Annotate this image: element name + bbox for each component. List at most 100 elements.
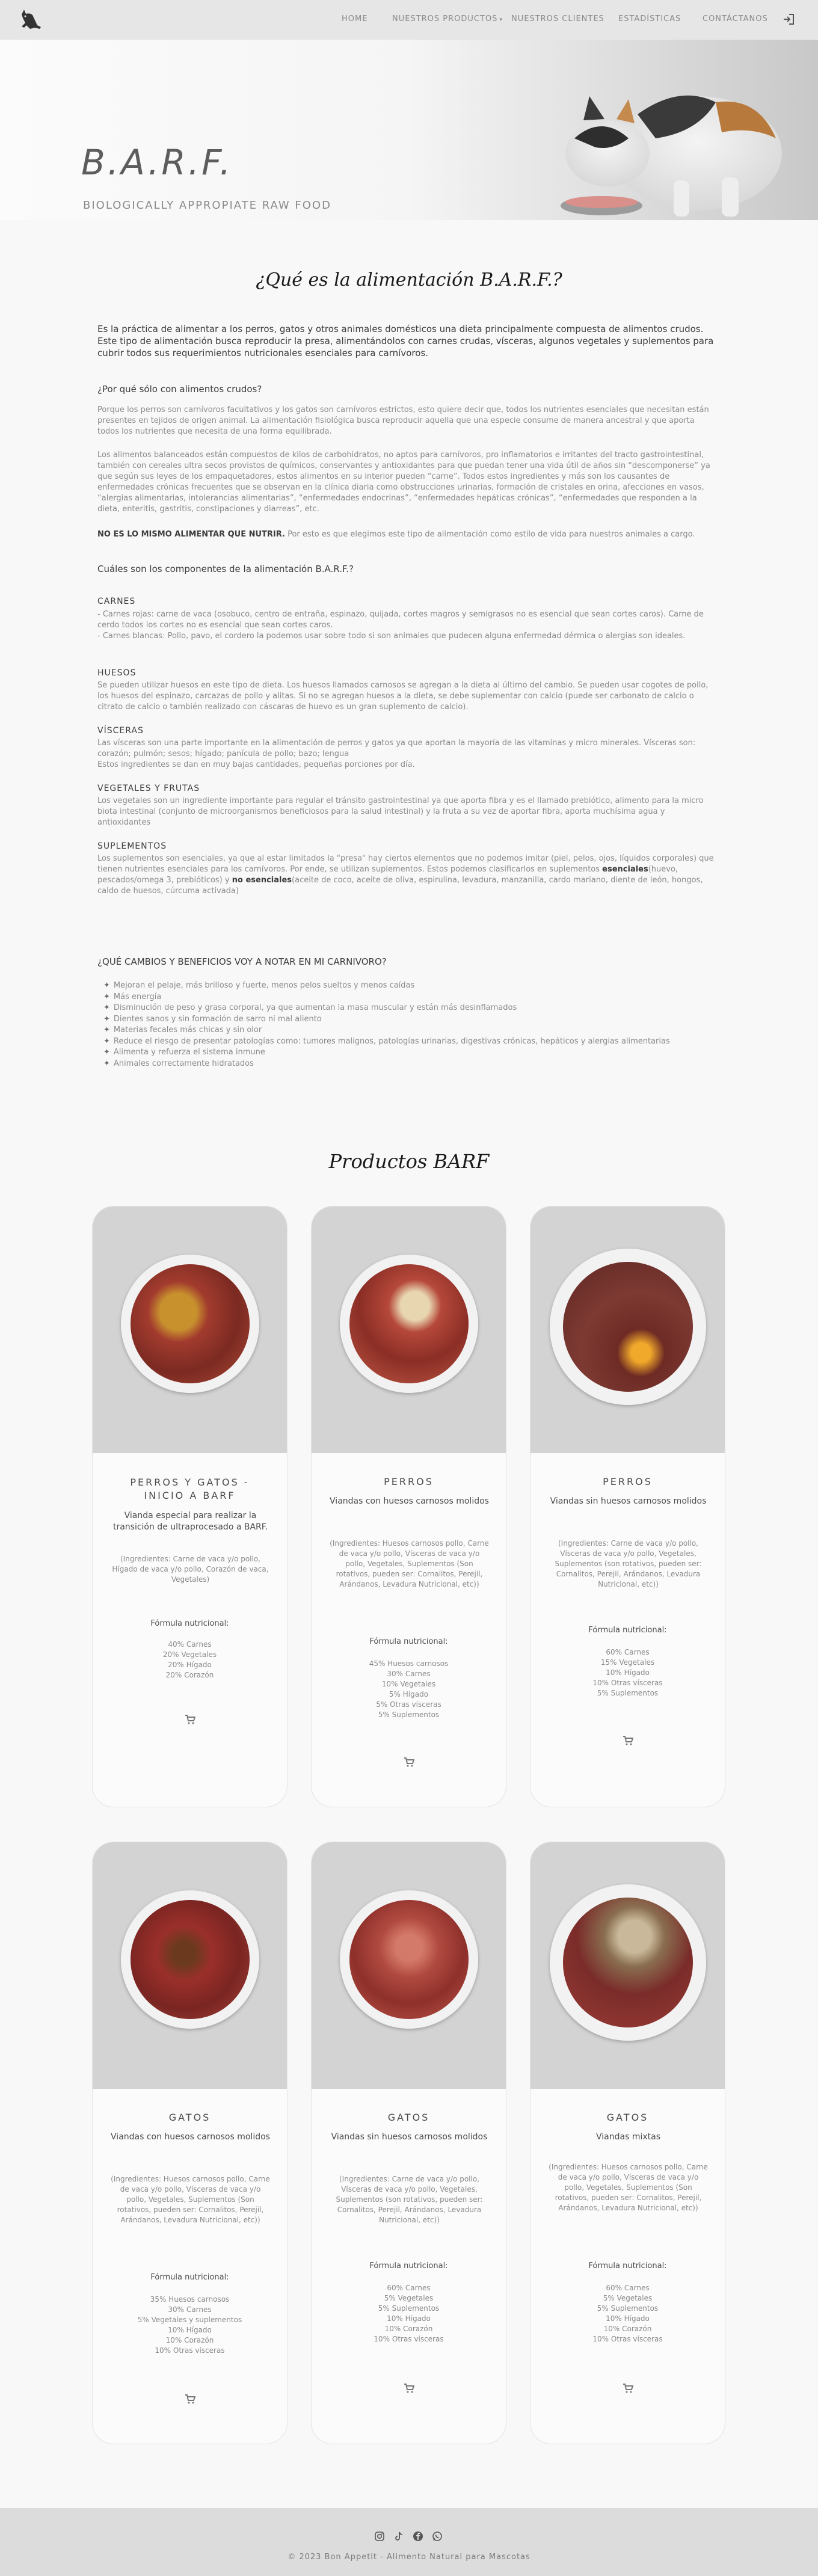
instagram-icon[interactable] xyxy=(374,2531,385,2542)
login-icon[interactable] xyxy=(782,13,795,25)
formula-list: 40% Carnes 20% Vegetales 20% Hígado 20% … xyxy=(93,1640,287,1680)
card-title: GATOS xyxy=(606,2112,649,2123)
list-item: 5% Otras vísceras xyxy=(376,1700,441,1709)
cart-icon[interactable] xyxy=(185,2394,195,2404)
list-item: 5% Suplementos xyxy=(597,2304,659,2313)
whatsapp-icon[interactable] xyxy=(432,2531,443,2542)
list-item: 20% Vegetales xyxy=(162,1650,217,1659)
card-subtitle: Viandas con huesos carnosos molidos xyxy=(111,2132,270,2142)
carnes-text: - Carnes rojas: carne de vaca (osobuco, … xyxy=(97,610,704,641)
question-crudos: ¿Por qué sólo con alimentos crudos? xyxy=(97,384,262,395)
list-item: 30% Carnes xyxy=(168,2305,212,2314)
list-item: 5% Vegetales xyxy=(603,2294,653,2302)
card-title: PERROS Y GATOS - INICIO A BARF xyxy=(130,1477,250,1501)
cart-icon[interactable] xyxy=(623,2384,633,2393)
carnes-title: CARNES xyxy=(97,597,136,606)
paragraph-balanceados: Los alimentos balanceados están compuest… xyxy=(97,450,710,514)
card-subtitle: Vianda especial para realizar la transic… xyxy=(112,1511,268,1532)
intro-lead: Es la práctica de alimentar a los perros… xyxy=(97,324,714,358)
nav-productos[interactable]: NUESTROS PRODUCTOS ▾ xyxy=(392,14,503,23)
visceras-title: VÍSCERAS xyxy=(97,726,144,736)
vegetales-title: VEGETALES Y FRUTAS xyxy=(97,784,200,793)
cat-eating-image xyxy=(561,95,782,217)
list-item: 15% Vegetales xyxy=(600,1658,655,1667)
hero-title: B.A.R.F. xyxy=(81,142,233,183)
card-ingredients: (Ingredientes: Huesos carnosos pollo, Ca… xyxy=(111,2175,270,2224)
list-item: 10% Otras vísceras xyxy=(374,2335,444,2343)
list-item: 10% Hígado xyxy=(606,1668,650,1677)
footer: © 2023 Bon Appetit - Alimento Natural pa… xyxy=(0,2508,818,2576)
formula-list: 45% Huesos carnosos 30% Carnes 10% Veget… xyxy=(312,1659,506,1720)
components-heading: Cuáles son los componentes de la aliment… xyxy=(97,564,354,574)
cart-icon[interactable] xyxy=(185,1715,195,1724)
suplementos-title: SUPLEMENTOS xyxy=(97,841,167,851)
list-item: Reduce el riesgo de presentar patologías… xyxy=(103,1036,670,1048)
cart-icon[interactable] xyxy=(404,1757,414,1767)
food-bowl-image xyxy=(549,1249,706,1405)
food-bowl-image xyxy=(339,1890,478,2029)
food-bowl-image xyxy=(339,1255,478,1393)
card-title: GATOS xyxy=(387,2112,430,2123)
list-item: 20% Hígado xyxy=(168,1661,212,1669)
product-card: PERROS Viandas con huesos carnosos molid… xyxy=(311,1206,506,1807)
visceras-text: Las vísceras son una parte importante en… xyxy=(97,739,696,769)
food-bowl-image xyxy=(120,1255,259,1393)
cart-icon[interactable] xyxy=(623,1736,633,1745)
cat-logo-icon[interactable] xyxy=(18,7,45,32)
list-item: 5% Vegetales y suplementos xyxy=(137,2316,242,2324)
food-bowl-image xyxy=(549,1884,706,2041)
formula-label: Fórmula nutricional: xyxy=(369,2261,448,2270)
list-item: 10% Hígado xyxy=(168,2326,212,2334)
nav-clientes[interactable]: NUESTROS CLIENTES xyxy=(511,14,604,23)
list-item: Mejoran el pelaje, más brilloso y fuerte… xyxy=(103,980,670,992)
product-card: PERROS Viandas sin huesos carnosos molid… xyxy=(530,1206,725,1807)
list-item: 10% Otras vísceras xyxy=(155,2346,225,2355)
card-ingredients: (Ingredientes: Huesos carnosos pollo, Ca… xyxy=(549,2163,708,2212)
card-ingredients: (Ingredientes: Carne de vaca y/o pollo, … xyxy=(336,2175,483,2224)
card-ingredients: (Ingredientes: Huesos carnosos pollo, Ca… xyxy=(330,1539,489,1588)
facebook-icon[interactable] xyxy=(413,2531,423,2542)
product-card: PERROS Y GATOS - INICIO A BARF Vianda es… xyxy=(92,1206,288,1807)
card-subtitle: Viandas mixtas xyxy=(596,2132,660,2142)
list-item: 5% Suplementos xyxy=(378,1711,440,1719)
paragraph-nutrir: NO ES LO MISMO ALIMENTAR QUE NUTRIR. Por… xyxy=(97,530,695,539)
card-ingredients: (Ingredientes: Carne de vaca y/o pollo, … xyxy=(112,1555,269,1584)
list-item: 10% Otras vísceras xyxy=(592,1679,663,1687)
chevron-down-icon: ▾ xyxy=(499,17,503,23)
product-card: GATOS Viandas mixtas (Ingredientes: Hues… xyxy=(530,1842,725,2444)
formula-list: 60% Carnes 5% Vegetales 5% Suplementos 1… xyxy=(530,2283,725,2344)
list-item: 60% Carnes xyxy=(606,1648,650,1656)
list-item: 10% Corazón xyxy=(165,2336,214,2344)
food-bowl-image xyxy=(120,1890,259,2029)
section-title-barf: ¿Qué es la alimentación B.A.R.F.? xyxy=(256,269,562,290)
card-subtitle: Viandas con huesos carnosos molidos xyxy=(330,1496,489,1506)
list-item: 10% Hígado xyxy=(606,2314,650,2323)
list-item: 10% Hígado xyxy=(387,2314,431,2323)
list-item: Animales correctamente hidratados xyxy=(103,1059,670,1070)
list-item: 60% Carnes xyxy=(387,2284,431,2292)
list-item: 10% Vegetales xyxy=(381,1680,436,1688)
card-subtitle: Viandas sin huesos carnosos molidos xyxy=(331,2132,488,2142)
nav-estadisticas[interactable]: ESTADÍSTICAS xyxy=(618,14,681,23)
nav-home[interactable]: HOME xyxy=(342,14,367,23)
tiktok-icon[interactable] xyxy=(393,2531,404,2542)
formula-label: Fórmula nutricional: xyxy=(150,1619,229,1628)
formula-list: 60% Carnes 5% Vegetales 5% Suplementos 1… xyxy=(312,2283,506,2344)
products-heading: Productos BARF xyxy=(328,1150,490,1173)
list-item: 10% Corazón xyxy=(384,2325,433,2333)
copyright: © 2023 Bon Appetit - Alimento Natural pa… xyxy=(288,2553,530,2562)
benefits-heading: ¿QUÉ CAMBIOS Y BENEFICIOS VOY A NOTAR EN… xyxy=(97,956,387,967)
formula-list: 60% Carnes 15% Vegetales 10% Hígado 10% … xyxy=(530,1647,725,1698)
list-item: Alimenta y refuerza el sistema inmune xyxy=(103,1047,670,1059)
product-card: GATOS Viandas con huesos carnosos molido… xyxy=(92,1842,288,2444)
cart-icon[interactable] xyxy=(404,2384,414,2393)
list-item: 5% Suplementos xyxy=(378,2304,440,2313)
card-ingredients: (Ingredientes: Carne de vaca y/o pollo, … xyxy=(555,1539,702,1588)
list-item: 10% Otras vísceras xyxy=(592,2335,663,2343)
list-item: 30% Carnes xyxy=(387,1670,431,1678)
list-item: 10% Corazón xyxy=(603,2325,652,2333)
nav-contacto[interactable]: CONTÁCTANOS xyxy=(703,14,768,23)
huesos-text: Se pueden utilizar huesos en este tipo d… xyxy=(97,681,709,712)
benefits-list: Mejoran el pelaje, más brilloso y fuerte… xyxy=(103,980,670,1069)
list-item: 5% Suplementos xyxy=(597,1689,659,1697)
